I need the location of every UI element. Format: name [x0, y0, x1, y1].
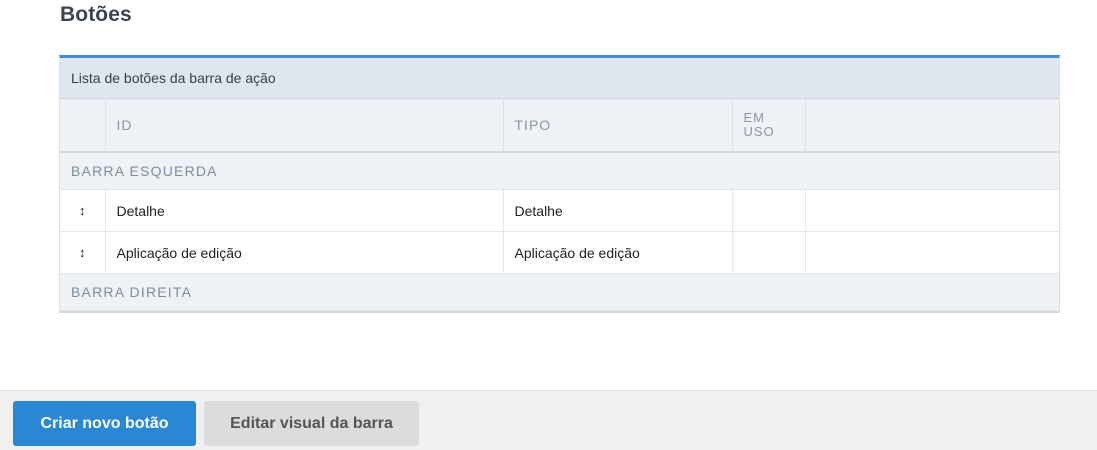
row-id-cell: Aplicação de edição [105, 231, 504, 274]
table-row[interactable]: ↕ Detalhe Detalhe [60, 189, 1059, 232]
group-row-right-bar: BARRA DIREITA [60, 273, 1059, 311]
row-spacer-cell [805, 189, 1059, 232]
column-header-in-use-line1: EM [743, 110, 765, 125]
buttons-table: ID TIPO EM USO BARRA ESQUERDA ↕ Detalhe … [60, 99, 1059, 311]
column-header-type[interactable]: TIPO [503, 99, 733, 153]
group-label: BARRA ESQUERDA [60, 152, 1059, 190]
buttons-panel: Lista de botões da barra de ação ID TIPO… [59, 55, 1060, 313]
table-header-row: ID TIPO EM USO [60, 99, 1059, 153]
row-type-cell: Detalhe [503, 189, 733, 232]
row-id-cell: Detalhe [105, 189, 504, 232]
column-header-in-use[interactable]: EM USO [732, 99, 806, 153]
edit-bar-visual-button[interactable]: Editar visual da barra [204, 401, 419, 446]
row-spacer-cell [805, 231, 1059, 274]
group-label: BARRA DIREITA [60, 273, 1059, 311]
row-type-cell: Aplicação de edição [503, 231, 733, 274]
table-row[interactable]: ↕ Aplicação de edição Aplicação de ediçã… [60, 231, 1059, 274]
panel-caption: Lista de botões da barra de ação [60, 58, 1059, 99]
row-in-use-cell [732, 189, 806, 232]
row-in-use-cell [732, 231, 806, 274]
page-title: Botões [60, 3, 132, 26]
column-header-id[interactable]: ID [105, 99, 504, 153]
column-header-handle [60, 99, 106, 153]
column-header-spacer [805, 99, 1059, 153]
drag-handle-icon[interactable]: ↕ [60, 231, 106, 274]
create-new-button[interactable]: Criar novo botão [13, 401, 196, 446]
column-header-in-use-line2: USO [743, 124, 775, 139]
action-footer: Criar novo botão Editar visual da barra [0, 390, 1097, 450]
group-row-left-bar: BARRA ESQUERDA [60, 152, 1059, 190]
drag-handle-icon[interactable]: ↕ [60, 189, 106, 232]
